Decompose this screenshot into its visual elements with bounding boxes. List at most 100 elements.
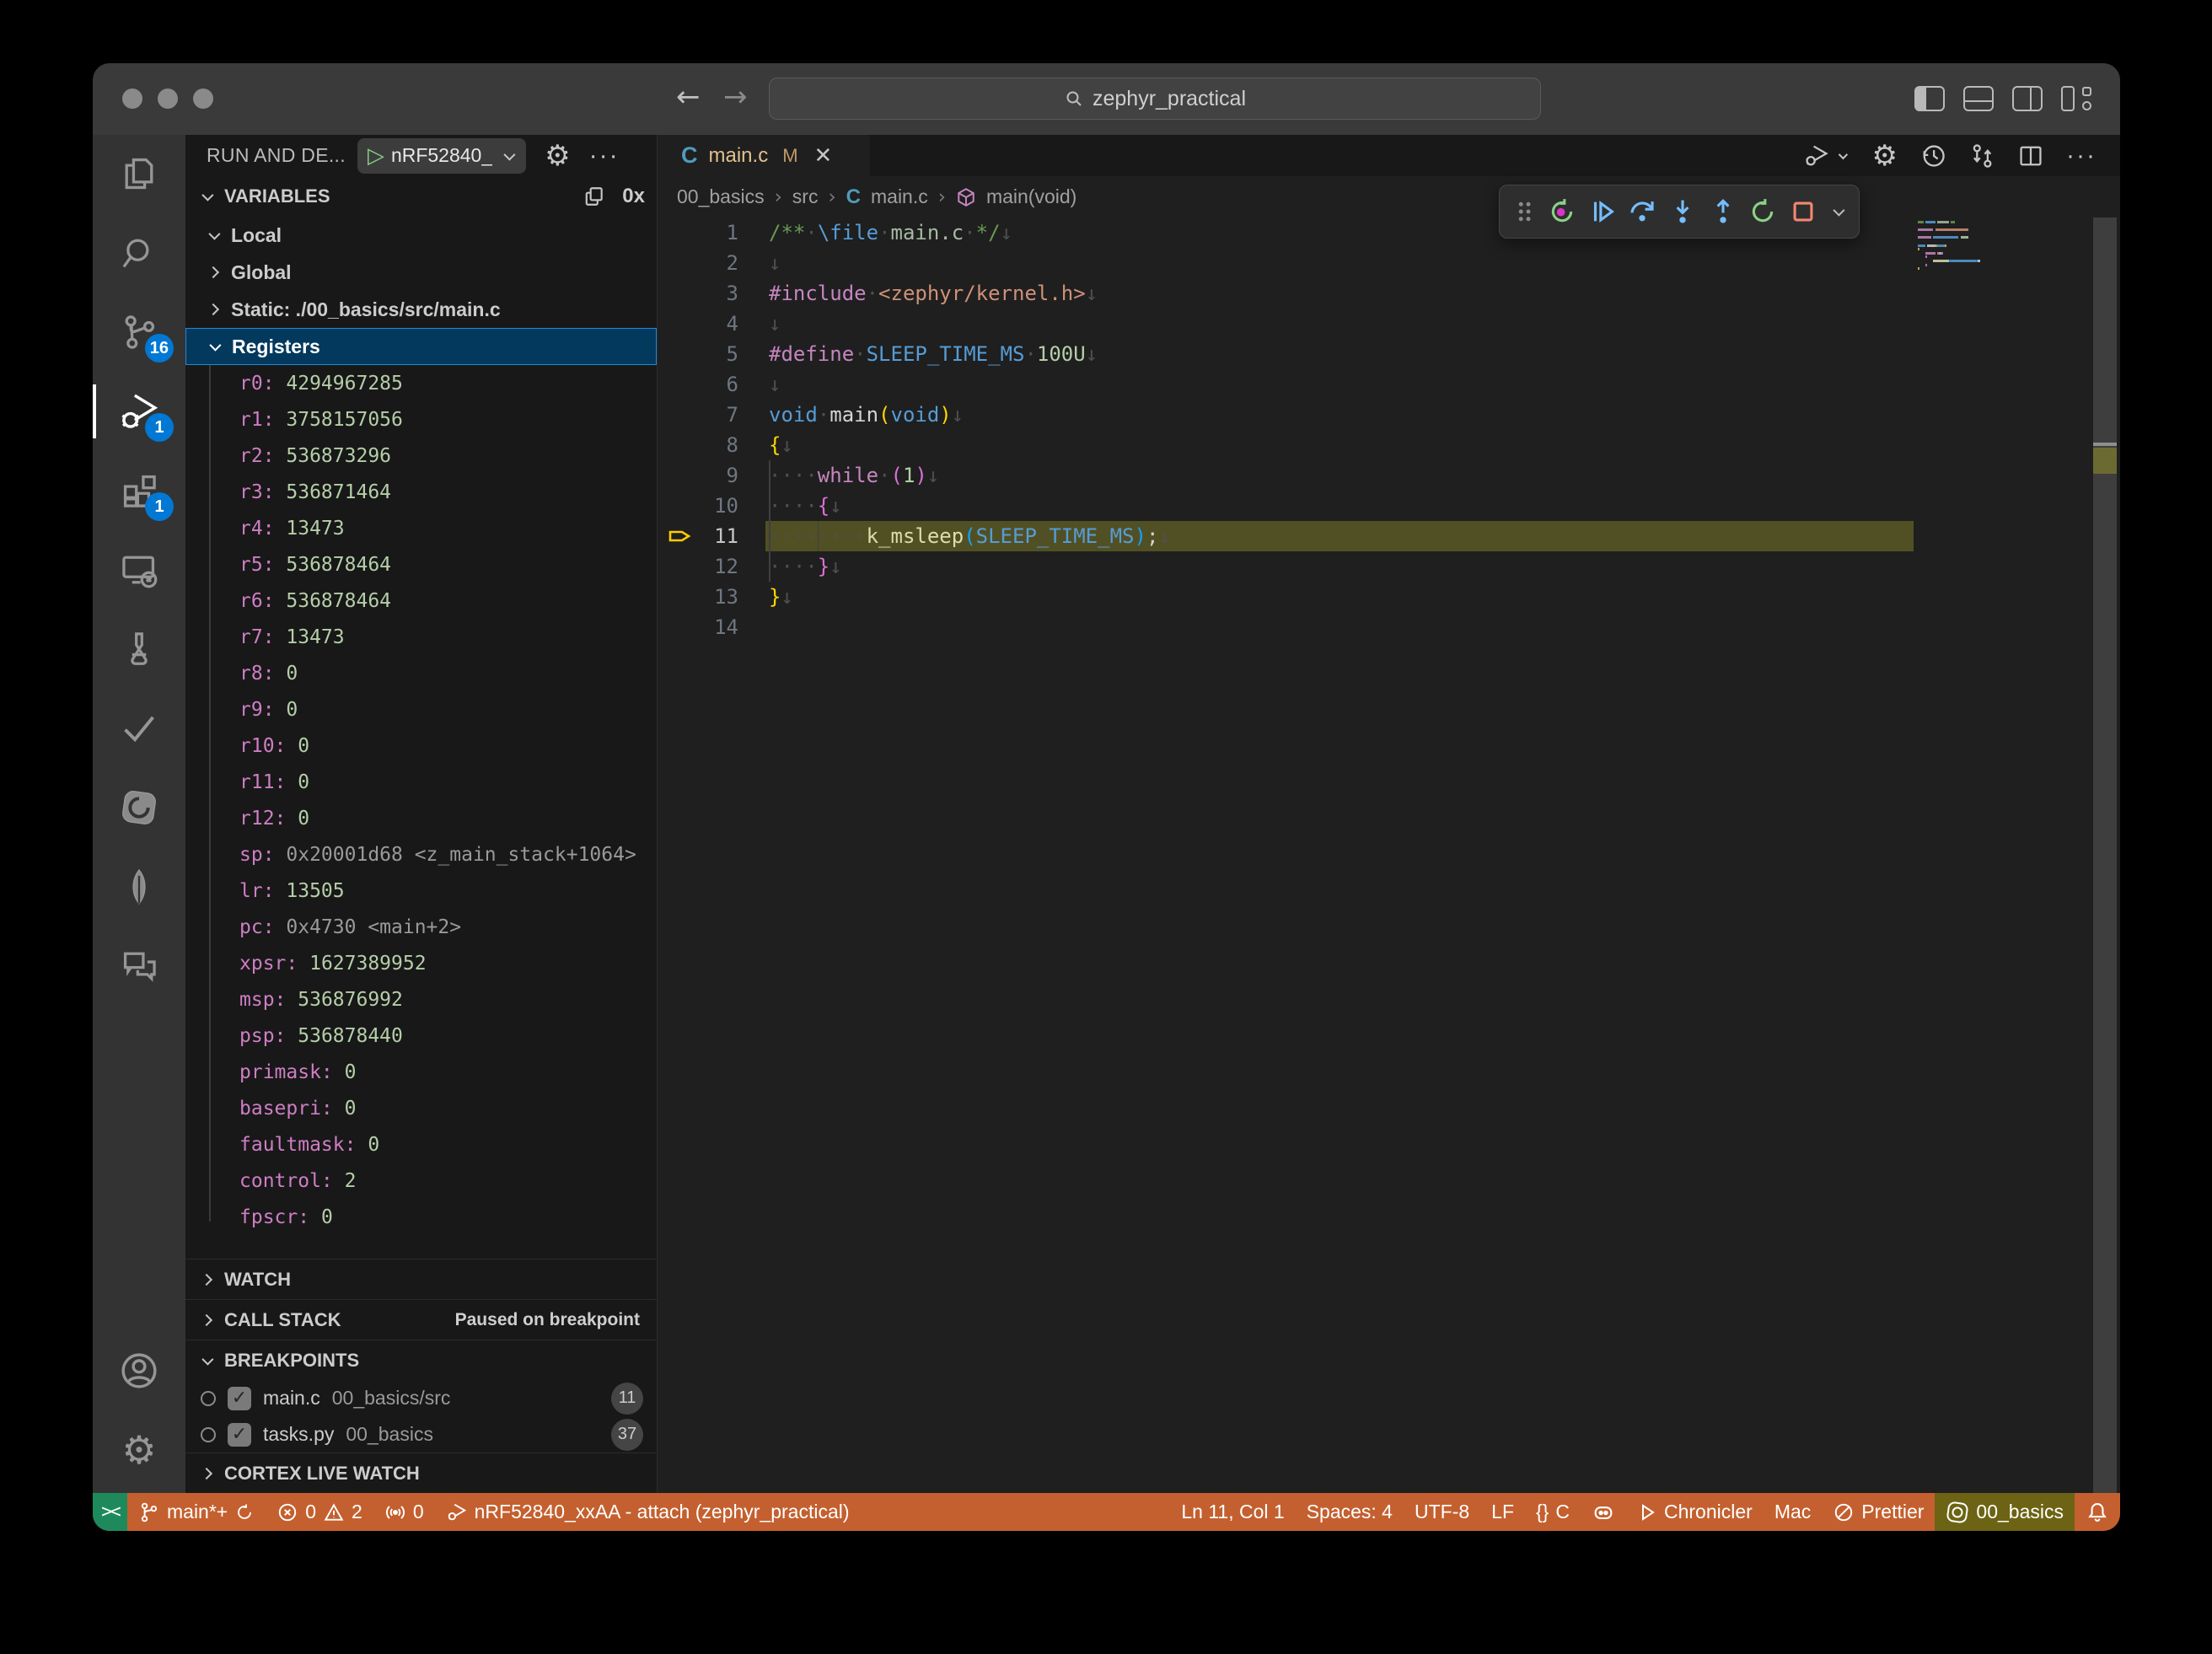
check-icon[interactable] (93, 690, 185, 767)
register-row[interactable]: primask: 0 (239, 1054, 657, 1090)
explorer-icon[interactable] (93, 135, 185, 212)
variables-section-header[interactable]: VARIABLES 0x (185, 176, 657, 217)
os-indicator[interactable]: Mac (1764, 1493, 1822, 1531)
compare-changes-icon[interactable] (1968, 142, 1995, 169)
breadcrumb-project[interactable]: 00_basics (677, 185, 765, 208)
cortex-live-watch-section-header[interactable]: CORTEX LIVE WATCH (185, 1453, 657, 1493)
project-env-chip[interactable]: 00_basics (1935, 1493, 2075, 1531)
register-row[interactable]: xpsr: 1627389952 (239, 945, 657, 981)
breadcrumb-file[interactable]: main.c (871, 185, 928, 208)
command-center-search[interactable]: zephyr_practical (769, 78, 1541, 120)
language-mode[interactable]: {} C (1525, 1493, 1581, 1531)
extensions-icon[interactable]: 1 (93, 452, 185, 529)
code-line[interactable]: 12····}↓ (658, 551, 2120, 582)
copilot-status[interactable] (1581, 1493, 1626, 1531)
register-row[interactable]: r12: 0 (239, 800, 657, 836)
timeline-history-icon[interactable] (1919, 142, 1946, 169)
scope-local[interactable]: Local (185, 217, 657, 254)
close-tab-icon[interactable]: ✕ (814, 143, 833, 169)
breadcrumb-symbol[interactable]: main(void) (986, 185, 1076, 208)
breakpoint-checkbox[interactable]: ✓ (228, 1387, 251, 1410)
hex-format-toggle[interactable]: 0x (622, 185, 645, 208)
call-stack-section-header[interactable]: CALL STACK Paused on breakpoint (185, 1299, 657, 1340)
settings-gear-icon[interactable]: ⚙ (93, 1411, 185, 1489)
cursor-position[interactable]: Ln 11, Col 1 (1170, 1493, 1295, 1531)
code-line[interactable]: 1/**·\file·main.c·*/↓ (658, 217, 2120, 248)
breadcrumb-folder[interactable]: src (792, 185, 819, 208)
register-row[interactable]: control: 2 (239, 1163, 657, 1199)
debug-session-status[interactable]: nRF52840_xxAA - attach (zephyr_practical… (435, 1493, 861, 1531)
tab-main-c[interactable]: C main.c M ✕ (658, 135, 870, 176)
register-row[interactable]: fpscr: 0 (239, 1199, 657, 1235)
forward-arrow-icon[interactable]: → (723, 80, 748, 114)
breakpoint-checkbox[interactable]: ✓ (228, 1423, 251, 1447)
scope-global[interactable]: Global (185, 254, 657, 291)
register-row[interactable]: sp: 0x20001d68 <z_main_stack+1064> (239, 836, 657, 873)
register-row[interactable]: r4: 13473 (239, 510, 657, 546)
remote-indicator[interactable]: >< (93, 1493, 127, 1531)
continue-icon[interactable] (1588, 197, 1617, 226)
ports-status[interactable]: 0 (373, 1493, 435, 1531)
split-editor-icon[interactable] (2017, 142, 2044, 169)
run-or-debug-button[interactable] (1803, 142, 1850, 169)
swirl-extension-icon[interactable] (93, 769, 185, 846)
more-actions-icon[interactable]: ··· (589, 142, 620, 170)
source-control-icon[interactable]: 16 (93, 293, 185, 371)
mongodb-leaf-icon[interactable] (93, 848, 185, 926)
register-row[interactable]: r3: 536871464 (239, 474, 657, 510)
customize-layout-icon[interactable] (2061, 86, 2091, 111)
register-row[interactable]: faultmask: 0 (239, 1126, 657, 1163)
code-line[interactable]: 4↓ (658, 309, 2120, 339)
problems-status[interactable]: 0 2 (266, 1493, 373, 1531)
debug-settings-gear-icon[interactable]: ⚙ (545, 142, 570, 170)
register-row[interactable]: r6: 536878464 (239, 583, 657, 619)
remote-explorer-icon[interactable] (93, 531, 185, 609)
toolbar-drag-grip[interactable] (1511, 199, 1537, 224)
breadcrumb[interactable]: 00_basics › src › C main.c › main(void) (658, 176, 2120, 217)
account-icon[interactable] (93, 1332, 185, 1410)
register-row[interactable]: r11: 0 (239, 764, 657, 800)
code-line[interactable]: 2↓ (658, 248, 2120, 278)
scope-static[interactable]: Static: ./00_basics/src/main.c (185, 291, 657, 328)
code-line[interactable]: 11········k_msleep(SLEEP_TIME_MS);↓ (658, 521, 2120, 551)
code-line[interactable]: 14 (658, 612, 2120, 642)
encoding[interactable]: UTF-8 (1404, 1493, 1480, 1531)
register-row[interactable]: r8: 0 (239, 655, 657, 691)
minimap[interactable] (1918, 221, 2086, 275)
back-arrow-icon[interactable]: ← (676, 80, 701, 114)
register-row[interactable]: r7: 13473 (239, 619, 657, 655)
code-line[interactable]: 10····{↓ (658, 491, 2120, 521)
traffic-light-minimize[interactable] (158, 89, 178, 109)
step-out-icon[interactable] (1709, 197, 1737, 226)
prettier-status[interactable]: Prettier (1822, 1493, 1935, 1531)
branch-status[interactable]: main*+ (127, 1493, 266, 1531)
test-beaker-icon[interactable] (93, 610, 185, 688)
eol-sequence[interactable]: LF (1480, 1493, 1525, 1531)
register-row[interactable]: lr: 13505 (239, 873, 657, 909)
toolbar-chevron-down-icon[interactable] (1833, 205, 1845, 217)
breakpoint-row[interactable]: ✓tasks.py00_basics37 (185, 1416, 657, 1453)
breakpoint-row[interactable]: ✓main.c00_basics/src11 (185, 1380, 657, 1416)
search-icon[interactable] (93, 214, 185, 292)
editor-settings-gear-icon[interactable]: ⚙ (1872, 142, 1898, 170)
step-into-icon[interactable] (1668, 197, 1697, 226)
code-line[interactable]: 6↓ (658, 369, 2120, 400)
code-line[interactable]: 5#define·SLEEP_TIME_MS·100U↓ (658, 339, 2120, 369)
step-over-icon[interactable] (1628, 197, 1656, 226)
breakpoints-section-header[interactable]: BREAKPOINTS (185, 1340, 657, 1380)
scrollbar[interactable] (2093, 217, 2117, 1493)
code-line[interactable]: 8{↓ (658, 430, 2120, 460)
register-row[interactable]: msp: 536876992 (239, 981, 657, 1018)
register-row[interactable]: r9: 0 (239, 691, 657, 728)
register-row[interactable]: r1: 3758157056 (239, 401, 657, 438)
register-row[interactable]: r10: 0 (239, 728, 657, 764)
code-line[interactable]: 9····while·(1)↓ (658, 460, 2120, 491)
toggle-panel-icon[interactable] (1963, 86, 1994, 111)
scope-registers[interactable]: Registers (185, 328, 657, 365)
traffic-light-zoom[interactable] (193, 89, 213, 109)
watch-section-header[interactable]: WATCH (185, 1259, 657, 1299)
traffic-light-close[interactable] (122, 89, 142, 109)
toggle-secondary-sidebar-icon[interactable] (2012, 86, 2043, 111)
code-editor[interactable]: 1/**·\file·main.c·*/↓2↓3#include·<zephyr… (658, 217, 2120, 1493)
register-row[interactable]: r2: 536873296 (239, 438, 657, 474)
